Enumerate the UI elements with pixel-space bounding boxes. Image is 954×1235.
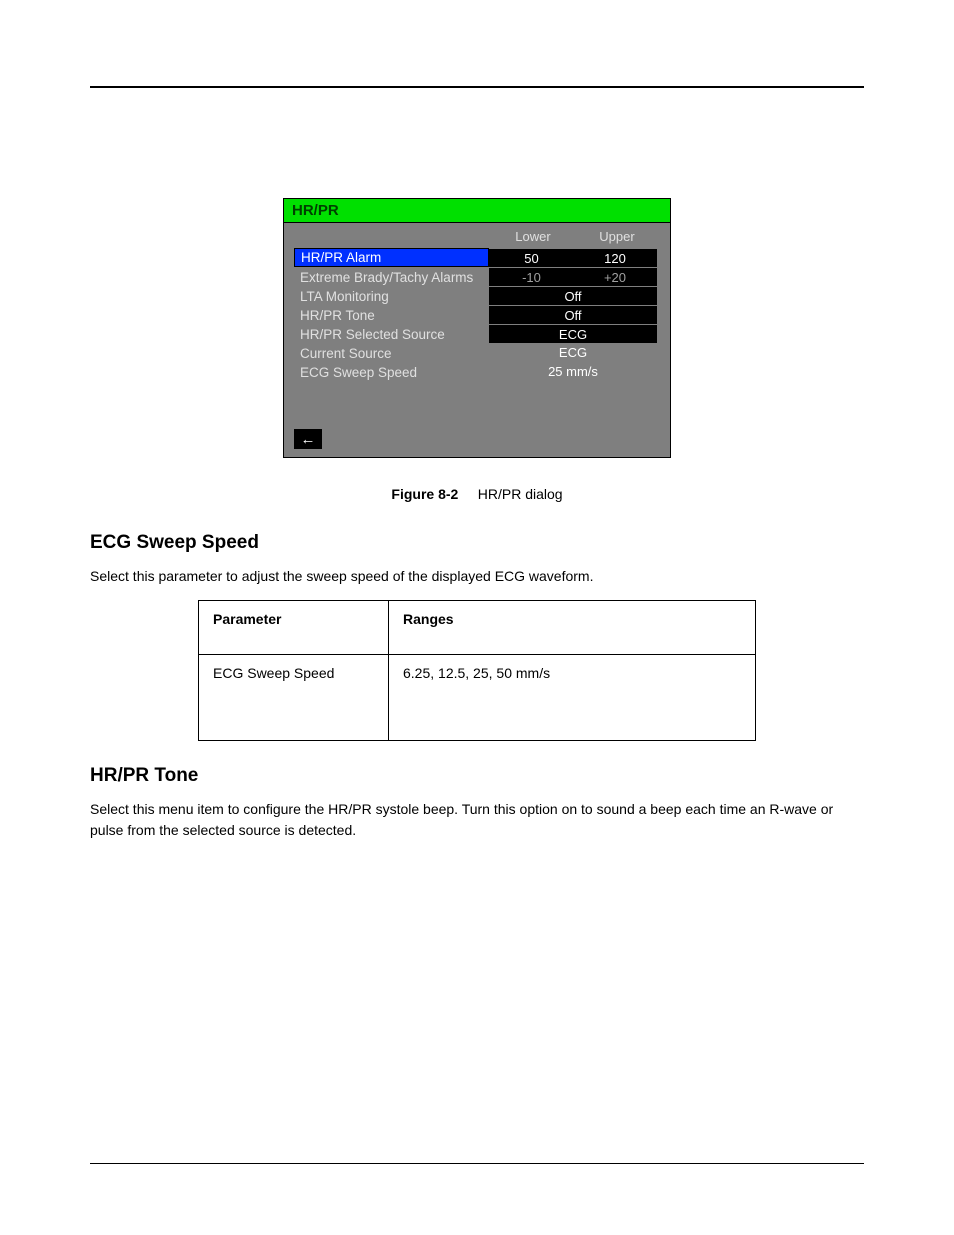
td-param-ranges: 6.25, 12.5, 25, 50 mm/s <box>389 655 756 741</box>
back-arrow-icon: ← <box>301 431 316 448</box>
hrpr-tone-para: Select this menu item to configure the H… <box>90 799 864 840</box>
source-value[interactable]: ECG <box>489 325 657 343</box>
extreme-upper[interactable]: +20 <box>573 268 657 286</box>
lta-value[interactable]: Off <box>489 287 657 305</box>
figure-text: HR/PR dialog <box>478 486 563 502</box>
ecg-sweep-para: Select this parameter to adjust the swee… <box>90 566 864 586</box>
extreme-lower[interactable]: -10 <box>489 268 573 286</box>
row-label-tone: HR/PR Tone <box>294 307 489 324</box>
ecg-sweep-section: ECG Sweep Speed Select this parameter to… <box>90 532 864 741</box>
row-hrpr-tone[interactable]: HR/PR Tone Off <box>294 306 660 324</box>
col-upper-header: Upper <box>577 229 657 244</box>
row-label-hrpr-alarm: HR/PR Alarm <box>294 248 489 267</box>
row-current-source: Current Source ECG <box>294 344 660 362</box>
row-hrpr-source[interactable]: HR/PR Selected Source ECG <box>294 325 660 343</box>
row-lta-monitoring[interactable]: LTA Monitoring Off <box>294 287 660 305</box>
dialog-title: HR/PR <box>283 198 671 222</box>
row-label-source: HR/PR Selected Source <box>294 326 489 343</box>
row-hrpr-alarm[interactable]: HR/PR Alarm 50 120 <box>294 248 660 267</box>
column-headers: Lower Upper <box>489 229 660 244</box>
tone-value[interactable]: Off <box>489 306 657 324</box>
hrpr-dialog: HR/PR Lower Upper HR/PR Alarm 50 120 Ext… <box>283 198 671 458</box>
current-source-value: ECG <box>489 344 657 362</box>
dialog-body: Lower Upper HR/PR Alarm 50 120 Extreme B… <box>283 222 671 458</box>
page-header <box>90 40 864 88</box>
back-button[interactable]: ← <box>294 429 322 449</box>
ecg-sweep-heading: ECG Sweep Speed <box>90 532 864 554</box>
hrpr-tone-heading: HR/PR Tone <box>90 765 864 787</box>
hrpr-dialog-figure: HR/PR Lower Upper HR/PR Alarm 50 120 Ext… <box>90 198 864 458</box>
row-label-ecg-sweep: ECG Sweep Speed <box>294 364 489 381</box>
parameter-table: Parameter Ranges ECG Sweep Speed 6.25, 1… <box>198 600 756 741</box>
ecg-sweep-value: 25 mm/s <box>489 363 657 381</box>
figure-caption: Figure 8-2 HR/PR dialog <box>90 486 864 502</box>
row-label-current-source: Current Source <box>294 345 489 362</box>
row-extreme-brady-tachy[interactable]: Extreme Brady/Tachy Alarms -10 +20 <box>294 268 660 286</box>
row-ecg-sweep[interactable]: ECG Sweep Speed 25 mm/s <box>294 363 660 381</box>
hrpr-alarm-upper[interactable]: 120 <box>573 249 657 267</box>
th-parameter: Parameter <box>199 601 389 655</box>
row-label-extreme: Extreme Brady/Tachy Alarms <box>294 269 489 286</box>
td-param-name: ECG Sweep Speed <box>199 655 389 741</box>
figure-number: Figure 8-2 <box>391 486 458 502</box>
page-footer <box>90 1163 864 1183</box>
row-label-lta: LTA Monitoring <box>294 288 489 305</box>
col-lower-header: Lower <box>489 229 577 244</box>
hrpr-alarm-lower[interactable]: 50 <box>489 249 573 267</box>
th-ranges: Ranges <box>389 601 756 655</box>
hrpr-tone-section: HR/PR Tone Select this menu item to conf… <box>90 765 864 840</box>
